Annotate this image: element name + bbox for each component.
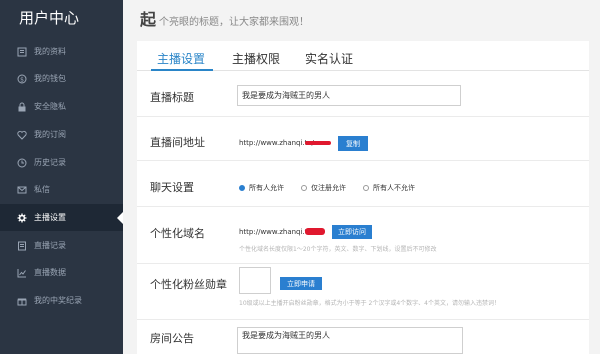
radio-option-disallow-all[interactable]: 所有人不允许 bbox=[363, 183, 415, 193]
fan-badge-label: 个性化粉丝勋章 bbox=[150, 278, 227, 291]
room-url-text: http://www.zhanqi.tv/ bbox=[239, 139, 314, 147]
sidebar-item-label: 直播数据 bbox=[34, 268, 66, 277]
fan-badge-hint-text: 10级或以上主播开启粉丝勋章，格式为小于等于 2个汉字或4个数字、4个英文，请勿… bbox=[239, 300, 500, 307]
sidebar-item-label: 我的钱包 bbox=[34, 74, 66, 83]
copy-button[interactable]: 复制 bbox=[338, 136, 368, 151]
radio-label: 所有人不允许 bbox=[373, 184, 415, 192]
radio-label: 所有人允许 bbox=[249, 184, 284, 192]
custom-domain-label: 个性化域名 bbox=[150, 227, 205, 240]
redaction-mark bbox=[305, 228, 325, 235]
fan-badge-input[interactable] bbox=[239, 267, 271, 294]
active-tab-indicator bbox=[151, 69, 213, 71]
chat-permission-radio-group: 所有人允许 仅注册允许 所有人不允许 bbox=[239, 183, 432, 193]
sidebar-item-label: 直播记录 bbox=[34, 241, 66, 250]
sidebar: 用户中心 我的资料 $ 我的钱包 安全隐私 我的订阅 历史记录 私信 主播设置 … bbox=[0, 0, 123, 354]
domain-url-text: http://www.zhanqi.tv/ bbox=[239, 228, 314, 236]
radio-unchecked[interactable] bbox=[301, 185, 307, 191]
headline-subtitle: 个亮眼的标题，让大家都来围观！ bbox=[159, 17, 310, 28]
svg-text:$: $ bbox=[20, 76, 24, 83]
sidebar-item-wallet[interactable]: $ 我的钱包 bbox=[0, 65, 123, 92]
chart-icon bbox=[17, 268, 27, 278]
radio-option-allow-all[interactable]: 所有人允许 bbox=[239, 183, 284, 193]
sidebar-item-label: 私信 bbox=[34, 185, 50, 194]
profile-icon bbox=[17, 47, 27, 57]
tab-bar: 主播设置 主播权限 实名认证 bbox=[137, 41, 589, 71]
radio-checked[interactable] bbox=[239, 185, 245, 191]
tab-real-name-verification[interactable]: 实名认证 bbox=[305, 50, 353, 67]
heart-icon bbox=[17, 130, 27, 140]
stream-title-label: 直播标题 bbox=[150, 91, 194, 104]
sidebar-item-history[interactable]: 历史记录 bbox=[0, 149, 123, 176]
sidebar-title: 用户中心 bbox=[19, 9, 80, 27]
room-address-label: 直播间地址 bbox=[150, 136, 205, 149]
clock-icon bbox=[17, 158, 27, 168]
sidebar-item-label: 安全隐私 bbox=[34, 102, 66, 111]
settings-panel: 主播设置 主播权限 实名认证 直播标题 我是要成为海贼王的男人 直播间地址 ht… bbox=[137, 41, 589, 354]
sidebar-item-label: 主播设置 bbox=[34, 213, 66, 222]
domain-hint-text: 个性化域名长度仅限1～20个字符，英文、数字、下划线，设置后不可修改 bbox=[239, 246, 437, 253]
row-stream-title: 直播标题 我是要成为海贼王的男人 bbox=[137, 72, 589, 117]
sidebar-item-prize-records[interactable]: 我的中奖纪录 bbox=[0, 287, 123, 314]
stream-title-input[interactable]: 我是要成为海贼王的男人 bbox=[237, 85, 461, 106]
apply-now-button[interactable]: 立即申请 bbox=[280, 277, 322, 290]
lock-icon bbox=[17, 102, 27, 112]
row-fan-badge: 个性化粉丝勋章 立即申请 10级或以上主播开启粉丝勋章，格式为小于等于 2个汉字… bbox=[137, 264, 589, 320]
sidebar-item-messages[interactable]: 私信 bbox=[0, 176, 123, 203]
room-notice-textarea[interactable]: 我是要成为海贼王的男人 bbox=[237, 327, 463, 354]
mail-icon bbox=[17, 185, 27, 195]
wallet-icon: $ bbox=[17, 74, 27, 84]
room-notice-label: 房间公告 bbox=[150, 332, 194, 345]
radio-option-registered-only[interactable]: 仅注册允许 bbox=[301, 183, 346, 193]
sidebar-item-profile[interactable]: 我的资料 bbox=[0, 38, 123, 65]
tab-streamer-settings[interactable]: 主播设置 bbox=[157, 50, 205, 67]
sidebar-item-label: 我的资料 bbox=[34, 47, 66, 56]
sidebar-item-label: 我的中奖纪录 bbox=[34, 296, 82, 305]
sidebar-item-label: 历史记录 bbox=[34, 158, 66, 167]
row-room-address: 直播间地址 http://www.zhanqi.tv/ 复制 bbox=[137, 117, 589, 161]
sidebar-item-streamer-settings[interactable]: 主播设置 bbox=[0, 204, 123, 231]
gift-icon bbox=[17, 296, 27, 306]
sidebar-item-security[interactable]: 安全隐私 bbox=[0, 93, 123, 120]
row-room-notice: 房间公告 我是要成为海贼王的男人 bbox=[137, 320, 589, 354]
document-icon bbox=[17, 241, 27, 251]
main-content: 起 个亮眼的标题，让大家都来围观！ 主播设置 主播权限 实名认证 直播标题 我是… bbox=[123, 0, 600, 354]
radio-unchecked[interactable] bbox=[363, 185, 369, 191]
radio-label: 仅注册允许 bbox=[311, 184, 346, 192]
sidebar-item-subscriptions[interactable]: 我的订阅 bbox=[0, 121, 123, 148]
sidebar-item-stream-records[interactable]: 直播记录 bbox=[0, 232, 123, 259]
page-headline: 起 个亮眼的标题，让大家都来围观！ bbox=[140, 6, 309, 30]
visit-now-button[interactable]: 立即访问 bbox=[332, 225, 372, 239]
redaction-mark bbox=[305, 141, 331, 145]
row-chat-settings: 聊天设置 所有人允许 仅注册允许 所有人不允许 bbox=[137, 161, 589, 207]
sidebar-item-stream-data[interactable]: 直播数据 bbox=[0, 259, 123, 286]
chat-settings-label: 聊天设置 bbox=[150, 181, 194, 194]
sidebar-item-label: 我的订阅 bbox=[34, 130, 66, 139]
row-custom-domain: 个性化域名 http://www.zhanqi.tv/ 立即访问 个性化域名长度… bbox=[137, 207, 589, 264]
tab-streamer-permissions[interactable]: 主播权限 bbox=[232, 50, 280, 67]
headline-big-char: 起 bbox=[140, 10, 157, 29]
gear-icon bbox=[17, 213, 27, 223]
